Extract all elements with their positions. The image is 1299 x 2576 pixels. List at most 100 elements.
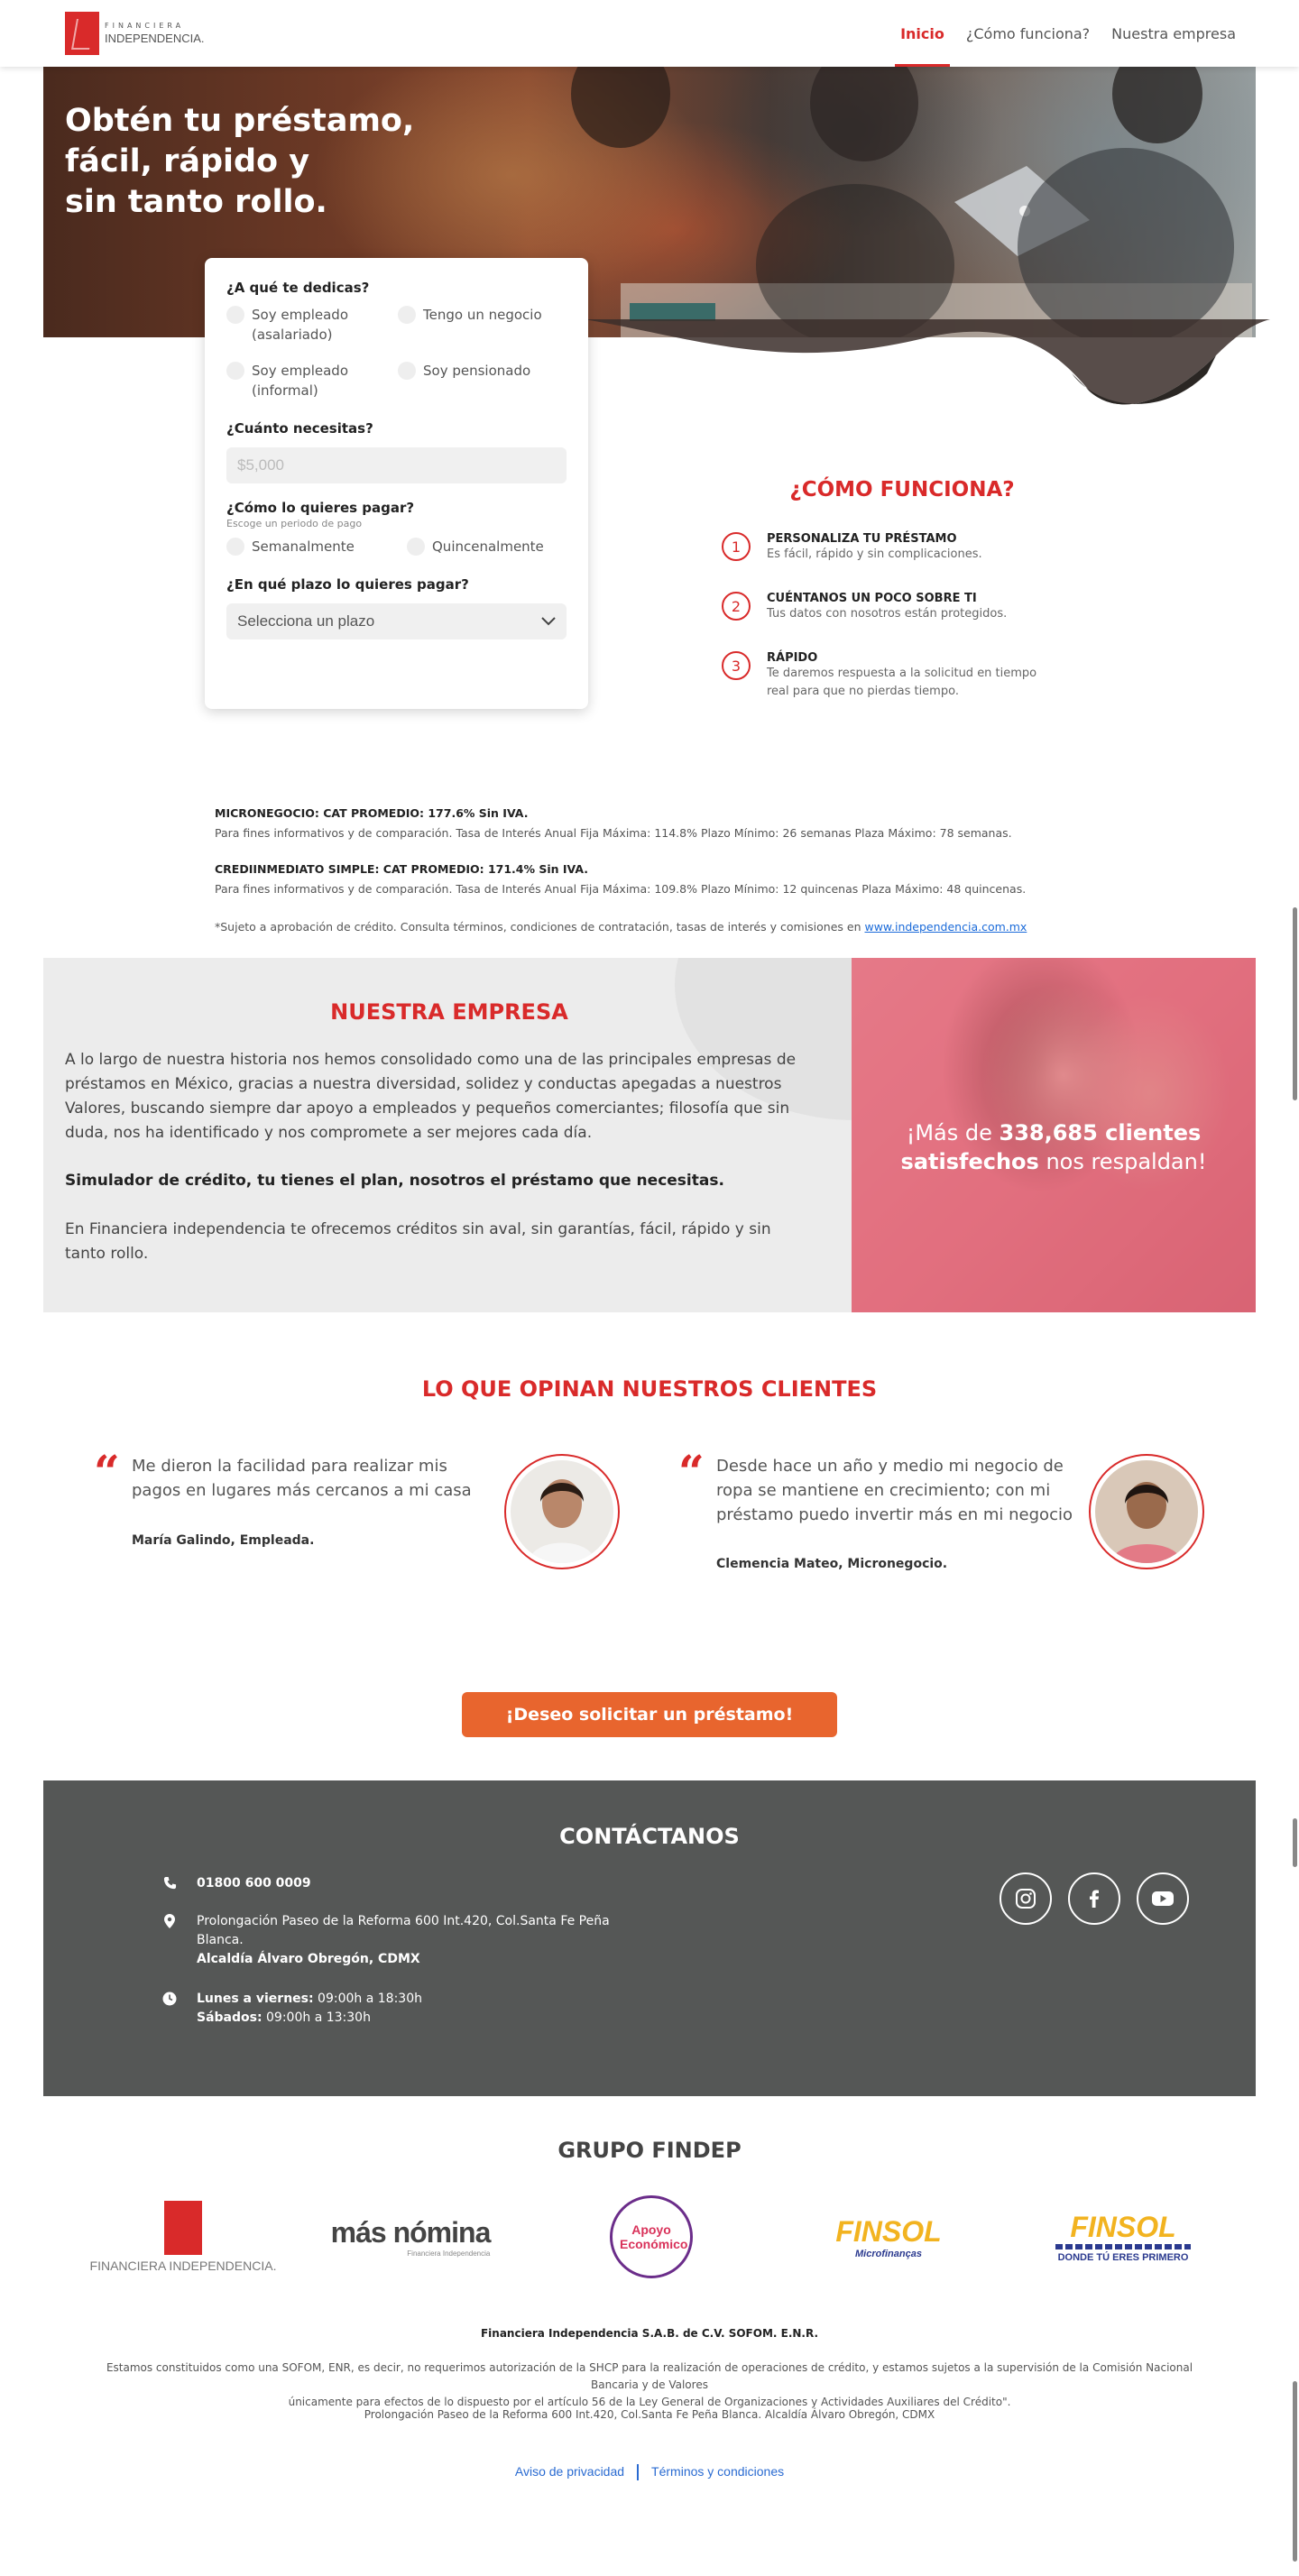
- question-payment: ¿Cómo lo quieres pagar?: [226, 500, 415, 516]
- radio-empleado-informal[interactable]: Soy empleado (informal): [226, 361, 398, 400]
- apoyo-economico-badge: Apoyo Económico: [610, 2195, 693, 2278]
- hero-title-line: fácil, rápido y: [65, 143, 310, 179]
- step-title: RÁPIDO: [767, 651, 818, 665]
- radio-tengo-negocio[interactable]: Tengo un negocio: [398, 305, 542, 345]
- phone-number[interactable]: 01800 600 0009: [197, 1874, 311, 1893]
- facebook-button[interactable]: [1068, 1872, 1120, 1925]
- aviso-privacidad-link[interactable]: Aviso de privacidad: [515, 2464, 624, 2480]
- disclaimer-text: Para fines informativos y de comparación…: [215, 882, 1027, 896]
- radio-circle[interactable]: [398, 306, 416, 324]
- nav-como-funciona[interactable]: ¿Cómo funciona?: [966, 0, 1090, 67]
- disclaimer-micronegocio: MICRONEGOCIO: CAT PROMEDIO: 177.6% Sin I…: [215, 804, 1117, 843]
- radio-empleado-asalariado[interactable]: Soy empleado (asalariado): [226, 305, 398, 345]
- disclaimer-text: *Sujeto a aprobación de crédito. Consult…: [215, 920, 861, 934]
- clientes-satisfechos-text: ¡Más de 338,685 clientes satisfechos nos…: [888, 1118, 1220, 1176]
- payment-hint: Escoge un periodo de pago: [226, 518, 363, 529]
- brand-apoyo-economico[interactable]: Apoyo Económico: [606, 2192, 696, 2282]
- contact-phone: 01800 600 0009: [162, 1874, 311, 1893]
- solicitar-prestamo-button[interactable]: ¡Deseo solicitar un préstamo!: [462, 1692, 837, 1737]
- radio-quincenalmente[interactable]: Quincenalmente: [407, 537, 544, 557]
- empresa-tagline: Simulador de crédito, tu tienes el plan,…: [65, 1172, 724, 1190]
- brand-finsol-primero[interactable]: FINSOL DONDE TÚ ERES PRIMERO: [1046, 2192, 1200, 2282]
- independencia-link[interactable]: www.independencia.com.mx: [864, 920, 1027, 934]
- radio-label: Tengo un negocio: [423, 307, 542, 323]
- brand-name: FINSOL: [1070, 2211, 1176, 2243]
- hero-wave-shape: [585, 319, 1270, 405]
- radio-label: Semanalmente: [252, 538, 355, 555]
- nav-inicio[interactable]: Inicio: [895, 0, 950, 67]
- scrollbar-thumb[interactable]: [1293, 907, 1297, 1100]
- clientes-text-pre: ¡Más de: [906, 1120, 1000, 1145]
- contact-hours: Lunes a viernes: 09:00h a 18:30h Sábados…: [162, 1990, 422, 2028]
- radio-circle[interactable]: [398, 362, 416, 380]
- nav-nuestra-empresa[interactable]: Nuestra empresa: [1111, 0, 1236, 67]
- scrollbar-thumb[interactable]: [1293, 1818, 1297, 1867]
- customer-avatar: [504, 1454, 620, 1569]
- radio-circle[interactable]: [226, 306, 244, 324]
- logo-text-top: FINANCIERA: [105, 22, 185, 30]
- clientes-text-post: nos respaldan!: [1038, 1149, 1207, 1174]
- hours-label: Lunes a viernes:: [197, 1992, 314, 2006]
- link-separator: [637, 2464, 640, 2480]
- question-amount: ¿Cuánto necesitas?: [226, 420, 373, 437]
- step-number: 1: [722, 532, 751, 561]
- brand-subtitle: DONDE TÚ ERES PRIMERO: [1057, 2252, 1189, 2263]
- radio-pensionado[interactable]: Soy pensionado: [398, 361, 530, 400]
- customer-photo: [1095, 1460, 1198, 1563]
- financiera-independencia-logo[interactable]: FINANCIERA INDEPENDENCIA.: [65, 12, 205, 55]
- disclaimer-title: MICRONEGOCIO: CAT PROMEDIO: 177.6% Sin I…: [215, 806, 529, 820]
- empresa-paragraph: En Financiera independencia te ofrecemos…: [65, 1220, 771, 1263]
- hero-title-line: sin tanto rollo.: [65, 184, 327, 220]
- brand-subtitle: Microfinanças: [855, 2248, 922, 2259]
- testimonial-text: Me dieron la facilidad para realizar mis…: [132, 1457, 472, 1500]
- testimonial-card: “ Me dieron la facilidad para realizar m…: [94, 1449, 653, 1580]
- question-term: ¿En qué plazo lo quieres pagar?: [226, 576, 469, 593]
- quote-icon: “: [678, 1445, 705, 1498]
- radio-semanalmente[interactable]: Semanalmente: [226, 537, 407, 557]
- term-select-value: Selecciona un plazo: [237, 612, 375, 630]
- youtube-button[interactable]: [1137, 1872, 1189, 1925]
- site-header: FINANCIERA INDEPENDENCIA. Inicio ¿Cómo f…: [0, 0, 1299, 67]
- brand-name: Apoyo Económico: [620, 2222, 688, 2251]
- brand-finsol-microfinancas[interactable]: FINSOL Microfinanças: [812, 2192, 965, 2282]
- address-line: Alcaldía Álvaro Obregón, CDMX: [197, 1952, 420, 1966]
- logo-icon: [65, 12, 99, 55]
- question-occupation: ¿A qué te dedicas?: [226, 280, 370, 296]
- step-item: 3 RÁPIDO Te daremos respuesta a la solic…: [722, 651, 1055, 701]
- scrollbar-thumb[interactable]: [1293, 2381, 1297, 2562]
- facebook-icon: [1090, 1890, 1099, 1908]
- instagram-icon: [1016, 1889, 1036, 1909]
- step-item: 2 CUÉNTANOS UN POCO SOBRE TI Tus datos c…: [722, 592, 1064, 623]
- phone-icon: [162, 1874, 177, 1891]
- radio-label: Soy empleado (informal): [252, 363, 348, 399]
- brand-financiera-independencia[interactable]: FINANCIERA INDEPENDENCIA.: [90, 2192, 276, 2282]
- radio-circle[interactable]: [407, 538, 425, 556]
- logo-text-bottom: INDEPENDENCIA.: [105, 32, 205, 45]
- radio-circle[interactable]: [226, 538, 244, 556]
- term-select[interactable]: Selecciona un plazo: [226, 603, 567, 639]
- footer-address: Prolongación Paseo de la Reforma 600 Int…: [364, 2408, 935, 2421]
- radio-circle[interactable]: [226, 362, 244, 380]
- customer-photo: [511, 1460, 613, 1563]
- grupo-findep-title: GRUPO FINDEP: [557, 2138, 742, 2163]
- main-nav: Inicio ¿Cómo funciona? Nuestra empresa: [895, 0, 1236, 67]
- contact-address: Prolongación Paseo de la Reforma 600 Int…: [162, 1912, 610, 1969]
- terminos-link[interactable]: Términos y condiciones: [651, 2464, 784, 2480]
- disclaimer-text: Para fines informativos y de comparación…: [215, 826, 1012, 840]
- address-line: Blanca.: [197, 1933, 244, 1947]
- hours-line: Sábados: 09:00h a 13:30h: [197, 2009, 422, 2028]
- contact-section: CONTÁCTANOS 01800 600 0009 Prolongación …: [43, 1780, 1256, 2096]
- brand-name: FINSOL: [835, 2214, 942, 2248]
- footer-company: Financiera Independencia S.A.B. de C.V. …: [0, 2325, 1299, 2342]
- radio-label: Soy pensionado: [423, 363, 531, 379]
- step-number: 3: [722, 651, 751, 680]
- step-item: 1 PERSONALIZA TU PRÉSTAMO Es fácil, rápi…: [722, 532, 1064, 564]
- instagram-button[interactable]: [1000, 1872, 1052, 1925]
- clock-icon: [162, 1990, 177, 2006]
- nuestra-empresa-section: NUESTRA EMPRESA A lo largo de nuestra hi…: [43, 958, 1256, 1312]
- radio-label: Quincenalmente: [432, 538, 544, 555]
- como-funciona-title: ¿CÓMO FUNCIONA?: [789, 478, 1015, 501]
- amount-input[interactable]: [226, 447, 567, 483]
- legal-line: Estamos constituidos como una SOFOM, ENR…: [106, 2361, 1193, 2391]
- brand-mas-nomina[interactable]: más nómina Financiera Independencia: [307, 2192, 514, 2282]
